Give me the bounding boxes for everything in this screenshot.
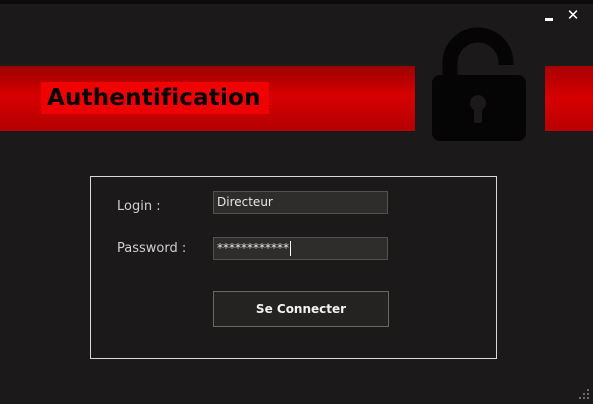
title-badge: Authentification: [41, 82, 269, 114]
close-icon: ✕: [566, 6, 580, 24]
minimize-button[interactable]: [541, 6, 559, 24]
unlocked-padlock-icon: [432, 27, 526, 141]
resize-grip-icon[interactable]: [578, 388, 590, 400]
close-button[interactable]: ✕: [564, 6, 582, 24]
title-bar: [0, 0, 593, 4]
login-input[interactable]: Directeur: [213, 191, 388, 214]
header-banner-right: [545, 66, 593, 131]
login-label: Login :: [117, 199, 161, 214]
connect-button[interactable]: Se Connecter: [213, 291, 389, 327]
password-label: Password :: [117, 241, 187, 256]
page-title: Authentification: [47, 85, 261, 111]
login-value: Directeur: [217, 195, 273, 209]
password-input[interactable]: ************: [213, 237, 388, 260]
auth-window: ✕ Authentification Login : Directeur Pas…: [0, 0, 593, 404]
password-value: ************: [217, 241, 289, 255]
text-caret: [290, 241, 291, 256]
minimize-icon: [545, 18, 553, 21]
